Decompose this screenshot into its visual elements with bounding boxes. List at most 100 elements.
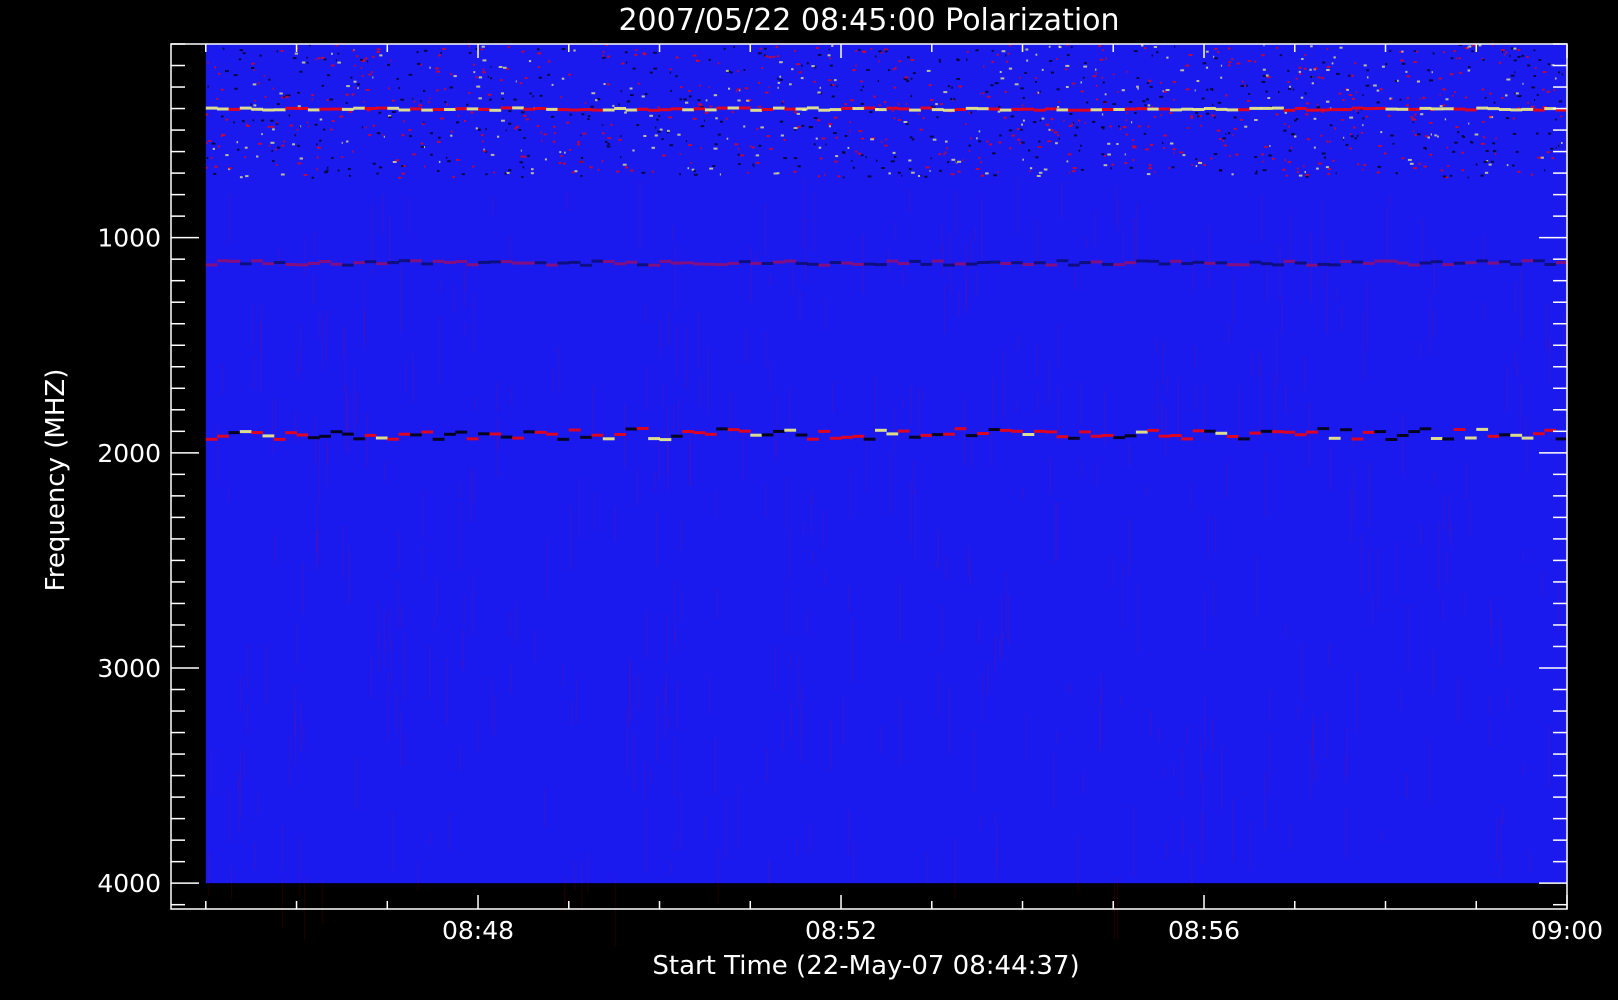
noise-pixel	[1288, 149, 1292, 152]
noise-pixel	[1210, 157, 1213, 160]
noise-streak	[322, 880, 324, 926]
noise-pixel	[468, 45, 470, 48]
noise-streak	[1208, 225, 1210, 288]
band-segment	[1498, 260, 1511, 264]
noise-pixel	[991, 152, 996, 155]
noise-pixel	[1201, 97, 1205, 100]
noise-pixel	[1162, 141, 1164, 144]
noise-pixel	[962, 159, 964, 162]
noise-pixel	[378, 111, 382, 114]
noise-pixel	[234, 87, 238, 90]
noise-pixel	[1220, 64, 1223, 67]
band-segment	[1521, 107, 1534, 111]
noise-pixel	[1416, 50, 1419, 53]
noise-pixel	[1025, 48, 1029, 51]
noise-pixel	[1050, 118, 1054, 121]
noise-pixel	[547, 60, 551, 63]
noise-streak	[1122, 230, 1124, 260]
band-segment	[1487, 107, 1500, 111]
noise-pixel	[1128, 101, 1133, 103]
noise-pixel	[704, 119, 705, 122]
noise-pixel	[1179, 151, 1184, 154]
noise-pixel	[1429, 122, 1433, 124]
noise-pixel	[801, 124, 805, 127]
noise-pixel	[1454, 91, 1456, 94]
noise-streak	[1057, 387, 1059, 443]
noise-streak	[229, 194, 231, 244]
band-segment	[1090, 434, 1103, 438]
noise-pixel	[372, 76, 374, 79]
noise-pixel	[383, 135, 385, 138]
band-segment	[659, 259, 672, 263]
noise-pixel	[897, 171, 901, 174]
noise-streak	[1356, 672, 1357, 733]
noise-pixel	[246, 125, 250, 127]
noise-pixel	[1533, 49, 1536, 52]
noise-pixel	[450, 134, 453, 137]
noise-pixel	[1543, 169, 1546, 172]
noise-pixel	[472, 165, 475, 168]
noise-streak	[796, 838, 797, 857]
band-segment	[466, 263, 479, 267]
noise-pixel	[1354, 62, 1357, 65]
noise-pixel	[490, 66, 492, 69]
noise-streak	[1433, 470, 1435, 485]
noise-pixel	[217, 145, 221, 148]
noise-streak	[391, 811, 393, 871]
noise-pixel	[524, 156, 527, 158]
band-segment	[1147, 259, 1160, 263]
band-segment	[387, 261, 400, 265]
noise-streak	[1134, 218, 1136, 260]
noise-pixel	[1219, 169, 1223, 172]
noise-pixel	[1134, 112, 1137, 114]
noise-pixel	[999, 134, 1002, 137]
noise-pixel	[917, 175, 921, 177]
noise-pixel	[353, 80, 357, 83]
noise-pixel	[725, 69, 729, 72]
noise-pixel	[481, 140, 484, 143]
noise-pixel	[1484, 171, 1489, 174]
noise-pixel	[688, 95, 692, 98]
noise-pixel	[330, 64, 335, 67]
band-segment	[1544, 263, 1557, 266]
noise-pixel	[1112, 103, 1116, 106]
noise-pixel	[294, 134, 297, 137]
noise-pixel	[817, 91, 821, 94]
band-segment	[761, 108, 774, 111]
noise-pixel	[1472, 44, 1475, 47]
noise-streak	[463, 270, 465, 309]
noise-pixel	[720, 120, 723, 123]
noise-pixel	[860, 80, 863, 83]
noise-pixel	[943, 91, 948, 94]
noise-pixel	[241, 120, 245, 123]
noise-pixel	[228, 167, 232, 170]
noise-pixel	[1049, 60, 1053, 62]
noise-pixel	[503, 66, 507, 69]
noise-streak	[1523, 763, 1524, 775]
band-segment	[444, 432, 456, 436]
noise-streak	[417, 862, 419, 890]
noise-pixel	[206, 157, 209, 160]
noise-pixel	[1536, 132, 1539, 135]
band-segment	[478, 432, 490, 436]
band-segment	[1045, 430, 1057, 434]
noise-pixel	[1294, 119, 1297, 122]
noise-pixel	[1323, 156, 1327, 159]
noise-streak	[655, 471, 657, 493]
noise-pixel	[700, 147, 702, 150]
noise-pixel	[999, 71, 1002, 73]
band-segment	[977, 261, 989, 264]
noise-pixel	[655, 126, 657, 129]
band-segment	[636, 263, 649, 267]
noise-pixel	[637, 82, 640, 85]
noise-pixel	[566, 121, 570, 124]
noise-pixel	[1287, 69, 1290, 72]
band-segment	[648, 108, 660, 112]
noise-streak	[902, 269, 904, 286]
noise-pixel	[779, 120, 784, 123]
band-segment	[602, 437, 615, 441]
noise-pixel	[1557, 144, 1560, 147]
noise-pixel	[1419, 97, 1421, 100]
noise-streak	[593, 493, 595, 530]
noise-streak	[789, 528, 791, 581]
